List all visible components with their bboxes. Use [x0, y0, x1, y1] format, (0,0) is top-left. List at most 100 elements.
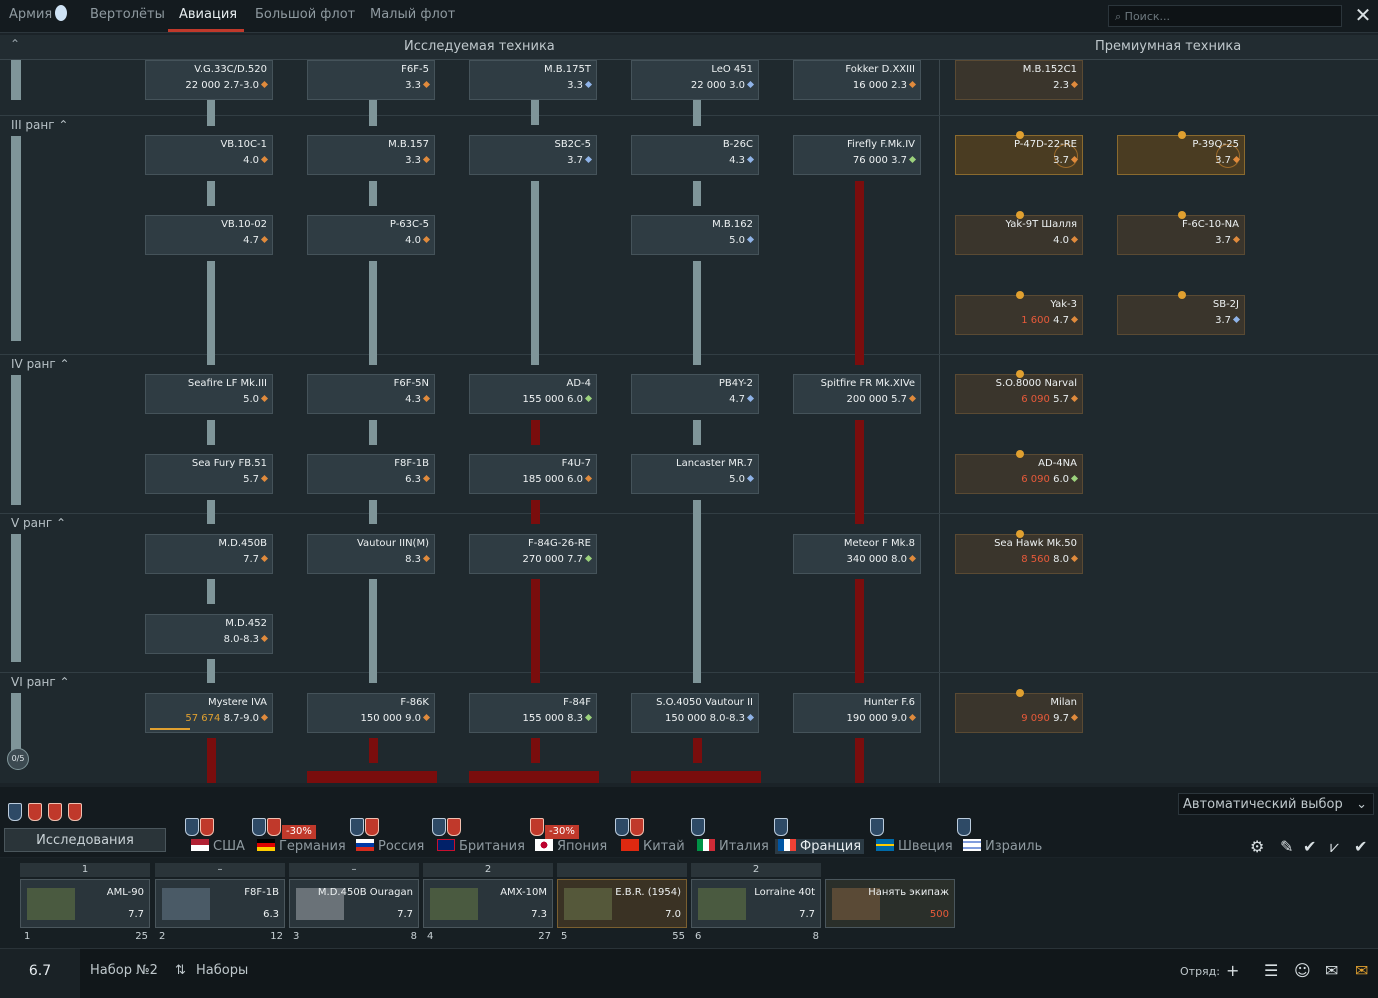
vehicle-card[interactable]: F6F-5 3.3 [307, 60, 435, 100]
check-all-icon[interactable]: ⩗ [1330, 837, 1339, 857]
list-icon[interactable]: ☰ [1264, 961, 1278, 980]
premium-vehicle-card[interactable]: Yak-3 1 600 4.7 [955, 291, 1083, 335]
vehicle-card[interactable]: SB2C-5 3.7 [469, 135, 597, 175]
research-tree: III ранг ⌃ IV ранг ⌃ V ранг ⌃ VI ранг ⌃ … [0, 60, 1378, 783]
chat-icon[interactable]: ✉ [1325, 961, 1338, 980]
nation-germany[interactable]: Германия [257, 839, 346, 854]
nation-italy[interactable]: Италия [697, 839, 769, 854]
vehicle-card[interactable]: F-84G-26-RE 270 000 7.7 [469, 534, 597, 574]
search-input[interactable]: ⌕ Поиск... [1108, 5, 1342, 27]
premium-vehicle-card[interactable]: P-39Q-25 3.7 [1117, 131, 1245, 175]
vehicle-card[interactable]: V.G.33C/D.520 22 000 2.7-3.0 [145, 60, 273, 100]
premium-vehicle-card[interactable]: M.B.152C1 2.3 [955, 60, 1083, 100]
vehicle-card[interactable]: P-63C-5 4.0 [307, 215, 435, 255]
premium-vehicle-card[interactable]: Yak-9T Шалля 4.0 [955, 211, 1083, 255]
hire-crew-slot[interactable]: Нанять экипаж 500 [825, 879, 955, 928]
tab-aviation[interactable]: Авиация [179, 7, 237, 22]
premium-vehicle-card[interactable]: S.O.8000 Narval 6 090 5.7 [955, 370, 1083, 414]
search-icon: ⌕ [1115, 10, 1125, 23]
realistic-mode-icon [260, 394, 269, 403]
crew-slot[interactable]: M.D.450B Ouragan 7.7 [289, 879, 419, 928]
vehicle-card[interactable]: M.D.452 8.0-8.3 [145, 614, 273, 654]
tab-helicopters[interactable]: Вертолёты [90, 7, 165, 22]
preset-name[interactable]: Набор №2 [90, 963, 158, 978]
check-icon[interactable]: ✔ [1303, 837, 1316, 856]
crew-slot[interactable]: Lorraine 40t 7.7 [691, 879, 821, 928]
vehicle-card[interactable]: F4U-7 185 000 6.0 [469, 454, 597, 494]
nation-label: Британия [459, 839, 525, 854]
vehicle-card[interactable]: Meteor F Mk.8 340 000 8.0 [793, 534, 921, 574]
nation-usa[interactable]: США [191, 839, 245, 854]
rank-label-6[interactable]: VI ранг ⌃ [11, 675, 70, 689]
nation-israel[interactable]: Израиль [963, 839, 1042, 854]
premium-vehicle-card[interactable]: SB-2J 3.7 [1117, 291, 1245, 335]
vehicle-card[interactable]: AD-4 155 000 6.0 [469, 374, 597, 414]
premium-vehicle-card[interactable]: Sea Hawk Mk.50 8 560 8.0 [955, 530, 1083, 574]
premium-vehicle-card[interactable]: AD-4NA 6 090 6.0 [955, 450, 1083, 494]
vehicle-card[interactable]: PB4Y-2 4.7 [631, 374, 759, 414]
friends-icon[interactable]: ☺ [1294, 961, 1311, 980]
close-icon[interactable]: ✕ [1352, 4, 1374, 26]
vehicle-card[interactable]: M.B.162 5.0 [631, 215, 759, 255]
nation-sweden[interactable]: Швеция [876, 839, 953, 854]
gear-icon[interactable]: ⚙ [1250, 837, 1264, 856]
vehicle-card[interactable]: F-86K 150 000 9.0 [307, 693, 435, 733]
aircraft-icon [960, 300, 1012, 330]
vehicle-card[interactable]: M.B.175T 3.3 [469, 60, 597, 100]
battle-rating-box[interactable]: 6.7 [0, 949, 80, 998]
sort-icon[interactable]: ⇅ [175, 963, 186, 978]
vehicle-card[interactable]: F8F-1B 6.3 [307, 454, 435, 494]
vehicle-card[interactable]: LeO 451 22 000 3.0 [631, 60, 759, 100]
vehicle-card[interactable]: Hunter F.6 190 000 9.0 [793, 693, 921, 733]
presets-button[interactable]: Наборы [196, 963, 248, 978]
locked-vehicle-card[interactable] [307, 771, 437, 783]
check-icon[interactable]: ✔ [1354, 837, 1367, 856]
vehicle-card[interactable]: VB.10C-1 4.0 [145, 135, 273, 175]
vehicle-card[interactable]: F6F-5N 4.3 [307, 374, 435, 414]
premium-vehicle-card[interactable]: Milan 9 090 9.7 [955, 689, 1083, 733]
vehicle-card[interactable]: Lancaster MR.7 5.0 [631, 454, 759, 494]
rank-label-4[interactable]: IV ранг ⌃ [11, 357, 70, 371]
tab-bluewater-fleet[interactable]: Большой флот [255, 7, 355, 22]
nation-china[interactable]: Китай [621, 839, 685, 854]
nation-russia[interactable]: Россия [356, 839, 424, 854]
vehicle-card[interactable]: B-26C 4.3 [631, 135, 759, 175]
wrench-icon[interactable]: ✎ [1280, 837, 1293, 856]
auto-select-dropdown[interactable]: Автоматический выбор ⌄ [1178, 793, 1374, 815]
vehicle-card[interactable]: M.B.157 3.3 [307, 135, 435, 175]
vehicle-card[interactable]: Spitfire FR Mk.XIVe 200 000 5.7 [793, 374, 921, 414]
premium-vehicle-card[interactable]: F-6C-10-NA 3.7 [1117, 211, 1245, 255]
crew-slot[interactable]: F8F-1B 6.3 [155, 879, 285, 928]
locked-vehicle-card[interactable] [469, 771, 599, 783]
battle-rating: 4.3 [729, 155, 745, 166]
crew-slot[interactable]: AMX-10M 7.3 [423, 879, 553, 928]
research-button[interactable]: Исследования [4, 828, 166, 852]
crew-slot[interactable]: AML-90 7.7 [20, 879, 150, 928]
vehicle-card[interactable]: F-84F 155 000 8.3 [469, 693, 597, 733]
vehicle-card[interactable]: Seafire LF Mk.III 5.0 [145, 374, 273, 414]
tab-army[interactable]: Армия [9, 7, 52, 22]
crew-slot[interactable]: E.B.R. (1954) 7.0 [557, 879, 687, 928]
vehicle-card[interactable]: Firefly F.Mk.IV 76 000 3.7 [793, 135, 921, 175]
add-icon[interactable]: + [1226, 961, 1239, 980]
vehicle-card[interactable]: M.D.450B 7.7 [145, 534, 273, 574]
tab-coastal-fleet[interactable]: Малый флот [370, 7, 455, 22]
vehicle-card[interactable]: VB.10-02 4.7 [145, 215, 273, 255]
locked-vehicle-card[interactable] [631, 771, 761, 783]
nation-japan[interactable]: Япония [535, 839, 607, 854]
mail-icon[interactable]: ✉ [1355, 961, 1368, 980]
rank-label-3[interactable]: III ранг ⌃ [11, 118, 68, 132]
rank-label-5[interactable]: V ранг ⌃ [11, 516, 66, 530]
vehicle-card[interactable]: Fokker D.XXIII 16 000 2.3 [793, 60, 921, 100]
list-icon [48, 803, 63, 821]
nation-france[interactable]: Франция [775, 839, 865, 854]
vehicle-card[interactable]: Sea Fury FB.51 5.7 [145, 454, 273, 494]
vehicle-card[interactable]: Vautour IIN(M) 8.3 [307, 534, 435, 574]
collapse-up-icon[interactable]: ⌃ [10, 37, 20, 51]
premium-vehicle-card[interactable]: P-47D-22-RE 3.7 [955, 131, 1083, 175]
shield-icon [615, 818, 629, 836]
nation-britain[interactable]: Британия [437, 839, 525, 854]
vehicle-card[interactable]: Mystere IVA 57 674 8.7-9.0 [145, 693, 273, 733]
battle-rating: 8.0 [891, 554, 907, 565]
vehicle-card[interactable]: S.O.4050 Vautour II 150 000 8.0-8.3 [631, 693, 759, 733]
